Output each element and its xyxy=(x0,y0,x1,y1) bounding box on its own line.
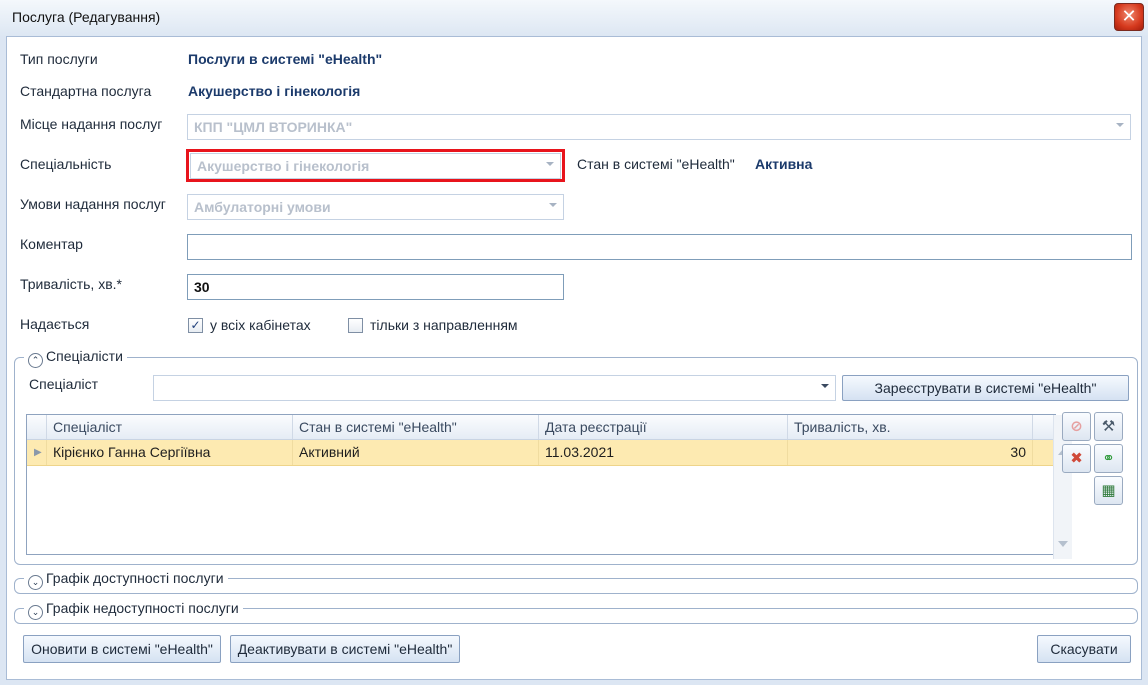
expand-down-icon: ⌄ xyxy=(28,605,43,620)
place-value: КПП "ЦМЛ ВТОРИНКА" xyxy=(194,119,353,135)
close-icon: ✕ xyxy=(1121,6,1137,26)
specialist-combobox[interactable] xyxy=(153,375,836,401)
unavailability-title: Графік недоступності послуги xyxy=(46,600,239,616)
availability-title: Графік доступності послуги xyxy=(46,570,224,586)
all-rooms-label: у всіх кабінетах xyxy=(210,317,311,333)
collapse-up-icon: ⌃ xyxy=(28,353,43,368)
table-export-icon[interactable]: ▦ xyxy=(1094,476,1123,505)
link-icon[interactable]: ⚭ xyxy=(1094,444,1123,473)
cell-duration: 30 xyxy=(788,440,1033,465)
standard-service-label: Стандартна послуга xyxy=(20,83,152,99)
specialist-label: Спеціаліст xyxy=(29,376,99,392)
close-button[interactable]: ✕ xyxy=(1114,3,1144,31)
all-rooms-checkbox[interactable]: ✓ xyxy=(188,318,203,333)
column-header-date[interactable]: Дата реєстрації xyxy=(539,415,788,439)
provided-label: Надається xyxy=(20,316,90,332)
referral-only-label: тільки з направленням xyxy=(370,317,518,333)
availability-group-header[interactable]: ⌄ Графік доступності послуги xyxy=(24,570,228,590)
comment-label: Коментар xyxy=(20,236,83,252)
specialty-label: Спеціальність xyxy=(20,156,112,172)
duration-label: Тривалість, хв.* xyxy=(20,276,122,292)
title-bar xyxy=(0,0,1148,36)
table-header: Спеціаліст Стан в системі "eHealth" Дата… xyxy=(27,415,1053,440)
duration-input[interactable]: 30 xyxy=(187,274,564,300)
specialists-table: Спеціаліст Стан в системі "eHealth" Дата… xyxy=(26,414,1072,559)
chevron-down-icon xyxy=(1116,123,1124,127)
place-combobox[interactable]: КПП "ЦМЛ ВТОРИНКА" xyxy=(187,114,1131,140)
checkmark-icon: ✓ xyxy=(190,318,201,332)
window-title: Послуга (Редагування) xyxy=(12,9,161,25)
conditions-value: Амбулаторні умови xyxy=(194,199,331,215)
table-row[interactable]: ▶ Кірієнко Ганна Сергіївна Активний 11.0… xyxy=(27,440,1053,466)
expand-down-icon: ⌄ xyxy=(28,575,43,590)
cell-date: 11.03.2021 xyxy=(539,440,788,465)
place-label: Місце надання послуг xyxy=(20,116,163,132)
specialty-combobox[interactable]: Акушерство і гінекологія xyxy=(190,153,561,179)
specialty-value: Акушерство і гінекологія xyxy=(197,158,370,174)
conditions-combobox[interactable]: Амбулаторні умови xyxy=(187,194,564,220)
row-indicator-icon: ▶ xyxy=(27,440,47,465)
column-header-duration[interactable]: Тривалість, хв. xyxy=(788,415,1033,439)
ehealth-state-value: Активна xyxy=(755,156,813,172)
delete-icon[interactable]: ✖ xyxy=(1062,444,1091,473)
deactivate-ehealth-button[interactable]: Деактивувати в системі "eHealth" xyxy=(230,635,460,663)
chevron-down-icon xyxy=(546,162,554,166)
column-header-specialist[interactable]: Спеціаліст xyxy=(47,415,293,439)
scroll-down-icon[interactable] xyxy=(1058,541,1068,547)
register-ehealth-button[interactable]: Зареєструвати в системі "eHealth" xyxy=(842,375,1129,401)
column-header-state[interactable]: Стан в системі "eHealth" xyxy=(293,415,539,439)
update-ehealth-button[interactable]: Оновити в системі "eHealth" xyxy=(23,635,221,663)
ehealth-state-label: Стан в системі "eHealth" xyxy=(577,156,735,172)
comment-input[interactable] xyxy=(187,234,1132,260)
cell-specialist: Кірієнко Ганна Сергіївна xyxy=(47,440,293,465)
chevron-down-icon xyxy=(821,384,829,388)
header-row-indicator xyxy=(27,415,47,439)
unavailability-group-header[interactable]: ⌄ Графік недоступності послуги xyxy=(24,600,243,620)
chevron-down-icon xyxy=(549,203,557,207)
conditions-label: Умови надання послуг xyxy=(20,196,166,212)
cell-state: Активний xyxy=(293,440,539,465)
standard-service-value: Акушерство і гінекологія xyxy=(188,83,361,99)
specialists-group-header[interactable]: ⌃ Спеціалісти xyxy=(24,348,127,368)
cancel-button[interactable]: Скасувати xyxy=(1037,635,1131,663)
service-type-value: Послуги в системі "eHealth" xyxy=(188,51,383,67)
referral-only-checkbox[interactable] xyxy=(348,318,363,333)
specialists-group-title: Спеціалісти xyxy=(46,348,123,364)
service-type-label: Тип послуги xyxy=(20,51,98,67)
tools-icon[interactable]: ⚒ xyxy=(1094,412,1123,441)
disable-icon[interactable]: ⊘ xyxy=(1062,412,1091,441)
